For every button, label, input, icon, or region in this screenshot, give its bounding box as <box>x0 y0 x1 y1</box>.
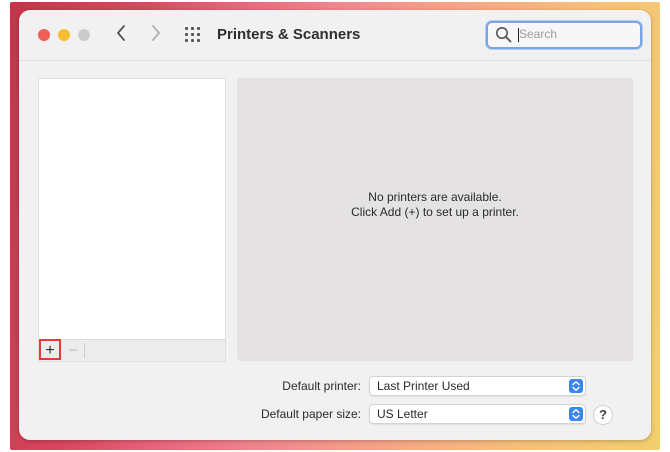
popup-arrows-icon <box>569 379 583 393</box>
toolbar: Printers & Scanners <box>19 10 651 60</box>
help-button[interactable]: ? <box>593 405 613 425</box>
close-button[interactable] <box>38 29 50 41</box>
popup-arrows-icon <box>569 407 583 421</box>
zoom-button[interactable] <box>78 29 90 41</box>
printer-list[interactable]: + − <box>38 78 226 362</box>
search-field[interactable] <box>486 21 642 49</box>
chevron-left-icon <box>117 25 125 41</box>
default-printer-popup[interactable]: Last Printer Used <box>369 376 586 396</box>
empty-state-line1: No printers are available. <box>368 190 502 204</box>
add-printer-button[interactable]: + <box>39 339 61 360</box>
default-paper-size-popup[interactable]: US Letter <box>369 404 586 424</box>
forward-button[interactable] <box>150 24 162 46</box>
window-title: Printers & Scanners <box>217 26 361 43</box>
default-paper-size-value: US Letter <box>377 407 428 421</box>
grid-icon[interactable] <box>185 27 203 42</box>
preferences-window: Printers & Scanners + − No printers are … <box>19 10 651 440</box>
search-icon <box>496 27 512 43</box>
remove-printer-button[interactable]: − <box>65 341 81 360</box>
default-printer-value: Last Printer Used <box>377 379 470 393</box>
default-paper-size-label: Default paper size: <box>260 407 361 421</box>
empty-state-message: No printers are available. Click Add (+)… <box>237 190 633 220</box>
toolbar-separator <box>84 343 85 358</box>
default-printer-label: Default printer: <box>282 379 361 393</box>
list-toolbar: + − <box>39 339 225 361</box>
search-input[interactable] <box>519 25 629 43</box>
minimize-button[interactable] <box>58 29 70 41</box>
chevron-right-icon <box>152 25 160 41</box>
empty-state-line2: Click Add (+) to set up a printer. <box>351 205 519 219</box>
back-button[interactable] <box>115 24 127 46</box>
printer-detail-pane: No printers are available. Click Add (+)… <box>237 78 633 361</box>
toolbar-divider <box>19 60 651 61</box>
